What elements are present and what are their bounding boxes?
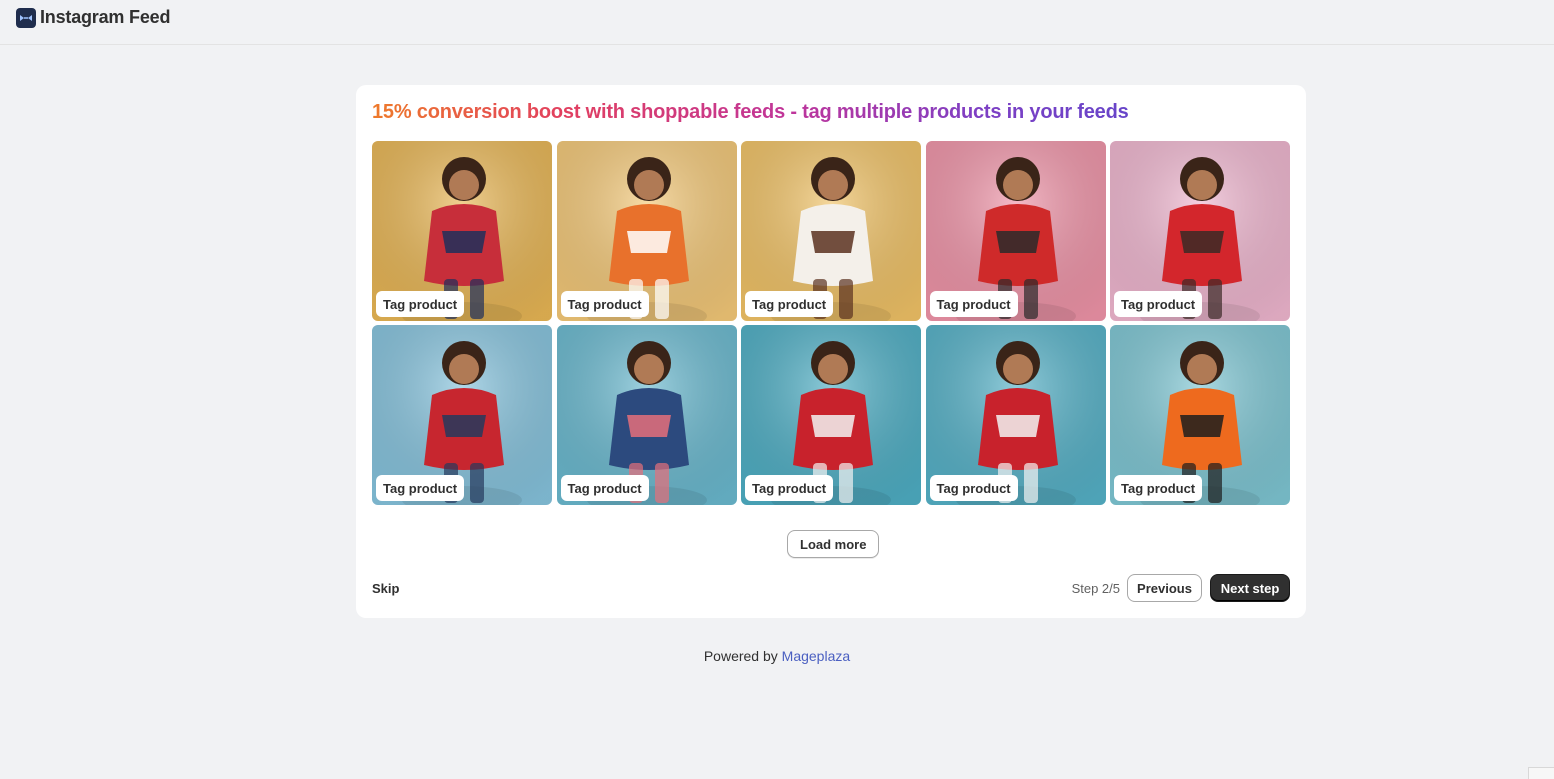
tag-product-button[interactable]: Tag product — [929, 291, 1018, 317]
tag-product-button[interactable]: Tag product — [745, 475, 834, 501]
next-step-button[interactable]: Next step — [1210, 574, 1290, 602]
feed-tile[interactable]: Tag product — [925, 141, 1106, 321]
feed-tile[interactable]: Tag product — [372, 141, 552, 321]
onboarding-card: 15% conversion boost with shoppable feed… — [356, 85, 1306, 618]
headline: 15% conversion boost with shoppable feed… — [372, 101, 1129, 123]
feed-tile[interactable]: Tag product — [741, 325, 921, 505]
top-bar: Instagram Feed — [0, 0, 1554, 45]
tag-product-button[interactable]: Tag product — [1114, 475, 1203, 501]
feed-tile[interactable]: Tag product — [556, 325, 737, 505]
tag-product-button[interactable]: Tag product — [376, 475, 465, 501]
feed-tile[interactable]: Tag product — [925, 325, 1106, 505]
feed-tile[interactable]: Tag product — [1110, 325, 1290, 505]
app-title: Instagram Feed — [40, 7, 171, 27]
tag-product-button[interactable]: Tag product — [560, 475, 649, 501]
tag-product-button[interactable]: Tag product — [929, 475, 1018, 501]
feed-tile[interactable]: Tag product — [556, 141, 737, 321]
resize-corner — [1528, 767, 1554, 779]
feed-tile[interactable]: Tag product — [1110, 141, 1290, 321]
footer: Powered by Mageplaza — [0, 648, 1554, 664]
tag-product-button[interactable]: Tag product — [1114, 291, 1203, 317]
step-indicator: Step 2/5 — [1071, 581, 1120, 596]
feed-tile[interactable]: Tag product — [741, 141, 921, 321]
mageplaza-link[interactable]: Mageplaza — [782, 648, 851, 664]
powered-by-text: Powered by — [703, 648, 778, 664]
tag-product-button[interactable]: Tag product — [376, 291, 465, 317]
app-logo-icon — [16, 8, 36, 28]
tag-product-button[interactable]: Tag product — [560, 291, 649, 317]
previous-button[interactable]: Previous — [1127, 574, 1202, 602]
feed-grid: Tag product Tag product Tag product Tag pro… — [372, 141, 1290, 505]
skip-link[interactable]: Skip — [372, 581, 399, 596]
load-more-button[interactable]: Load more — [787, 530, 880, 558]
tag-product-button[interactable]: Tag product — [745, 291, 834, 317]
feed-tile[interactable]: Tag product — [372, 325, 552, 505]
